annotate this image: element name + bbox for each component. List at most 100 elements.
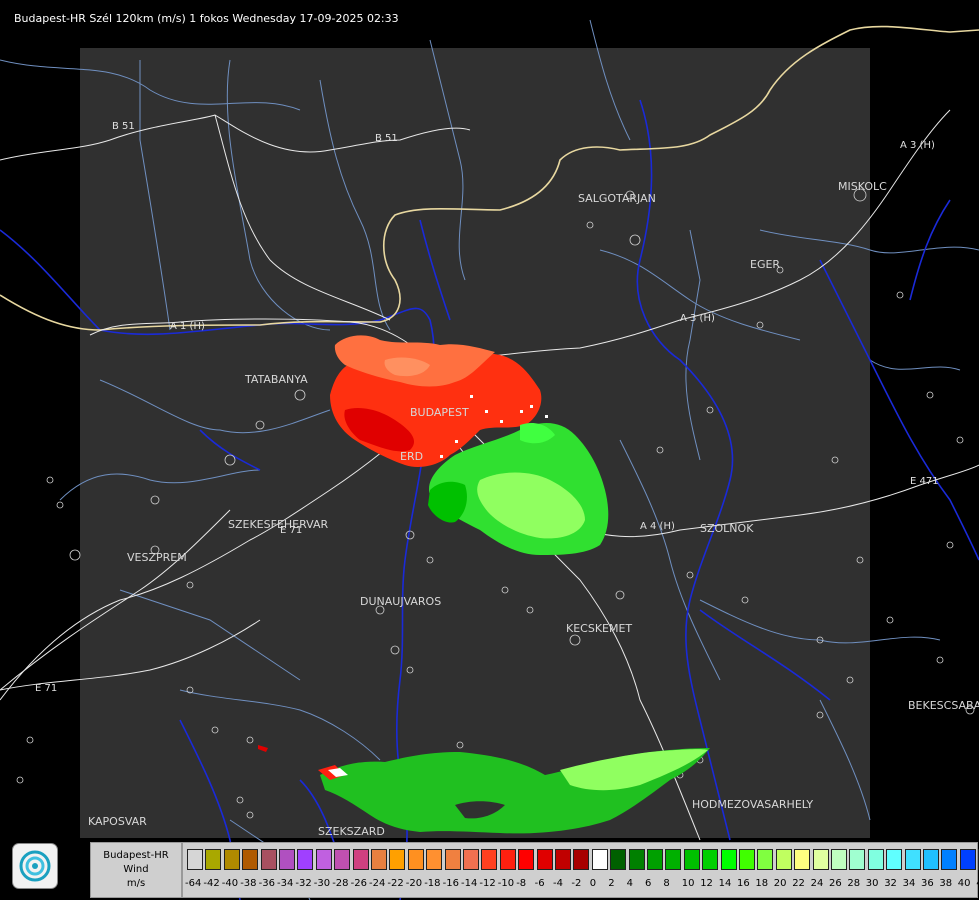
legend-label: 28	[847, 878, 861, 889]
place-label: SZEKSZARD	[318, 825, 385, 838]
legend-swatch	[279, 849, 295, 870]
legend-swatch	[628, 849, 645, 870]
legend-label: 20	[773, 878, 787, 889]
legend-label: -10	[497, 878, 515, 889]
legend-label: -36	[258, 878, 275, 889]
legend-swatch	[757, 849, 774, 870]
legend-swatch	[223, 849, 240, 870]
legend-title-line-2: Wind	[123, 864, 149, 875]
legend-label: -14	[461, 878, 478, 889]
legend-swatch	[463, 849, 479, 870]
place-label: ERD	[400, 450, 424, 463]
place-label: TATABANYA	[245, 373, 308, 386]
legend-swatch	[702, 849, 719, 870]
road-label: A 4 (H)	[640, 521, 675, 532]
place-label: MISKOLC	[838, 180, 887, 193]
legend-label: -8	[516, 878, 527, 889]
map-header-title: Budapest-HR Szél 120km (m/s) 1 fokos Wed…	[14, 12, 399, 25]
legend-swatch	[794, 849, 811, 870]
legend-label: 18	[755, 878, 769, 889]
legend-swatch	[720, 849, 737, 870]
legend-label: 8	[663, 878, 670, 889]
legend-swatch	[683, 849, 700, 870]
legend-swatch	[352, 849, 369, 870]
legend-label: -18	[424, 878, 441, 889]
legend-swatch	[518, 849, 535, 870]
legend-label: -28	[332, 878, 349, 889]
road-label: E 471	[910, 476, 939, 487]
place-label: VESZPREM	[127, 551, 187, 564]
legend-swatch	[205, 849, 222, 870]
legend-swatch	[831, 849, 847, 870]
legend-label: 22	[792, 878, 805, 889]
legend-label: 10	[681, 878, 695, 889]
legend-label: 24	[810, 878, 824, 889]
road-label: A 3 (H)	[900, 140, 935, 151]
legend-swatch	[665, 849, 682, 870]
place-label: SZOLNOK	[700, 522, 754, 535]
legend-label: 2	[608, 878, 615, 889]
road-label: B 51	[112, 121, 135, 132]
legend-swatch	[371, 849, 387, 870]
legend-swatch	[389, 849, 406, 870]
legend-label: -40	[221, 878, 239, 889]
legend-swatch	[941, 849, 958, 870]
place-label: SZEKESFEHERVAR	[228, 518, 329, 531]
legend-swatch	[260, 849, 277, 870]
legend-swatch	[187, 849, 203, 870]
wind-legend: Budapest-HR Wind m/s -64 -42 -40 -38 -36 -34-…	[90, 842, 979, 898]
legend-label: -34	[277, 878, 294, 889]
legend-swatch	[591, 849, 608, 870]
road-label: B 51	[375, 133, 398, 144]
legend-label: 30	[865, 878, 879, 889]
legend-label: 6	[645, 878, 652, 889]
legend-label: 26	[829, 878, 842, 889]
legend-swatch	[647, 849, 663, 870]
swirl-logo-icon	[19, 850, 51, 882]
legend-label: -42	[203, 878, 220, 889]
legend-title: Budapest-HR Wind m/s	[90, 842, 182, 898]
place-label: BEKESCSABA	[908, 699, 979, 712]
place-label: DUNAUJVAROS	[360, 595, 442, 608]
legend-color-scale: -64 -42 -40 -38 -36 -34 -32 -30 -28 -26 -24 -22 -20-…	[182, 842, 979, 898]
legend-label: -22	[387, 878, 404, 889]
legend-label: -32	[295, 878, 312, 889]
legend-swatch	[573, 849, 590, 870]
legend-swatch	[555, 849, 571, 870]
legend-label: 16	[737, 878, 750, 889]
radar-map[interactable]	[0, 0, 979, 900]
legend-label: 32	[884, 878, 897, 889]
legend-label: -2	[571, 878, 582, 889]
place-label: EGER	[750, 258, 781, 271]
legend-label: -30	[313, 878, 331, 889]
legend-swatch	[775, 849, 792, 870]
road-label: A 3 (H)	[680, 313, 715, 324]
legend-swatch	[812, 849, 829, 870]
legend-swatch	[297, 849, 314, 870]
legend-label: 4	[626, 878, 633, 889]
legend-swatch	[499, 849, 516, 870]
legend-label: 14	[718, 878, 732, 889]
legend-label: -38	[240, 878, 257, 889]
legend-swatch	[867, 849, 884, 870]
legend-swatch	[610, 849, 627, 870]
road-label: E 71	[35, 683, 58, 694]
legend-label: -6	[534, 878, 545, 889]
legend-swatch	[536, 849, 553, 870]
legend-label: -4	[553, 878, 563, 889]
place-label: BUDAPEST	[410, 406, 469, 419]
place-label: KAPOSVAR	[88, 815, 147, 828]
road-label: A 1 (H)	[170, 321, 205, 332]
legend-swatch	[426, 849, 443, 870]
legend-swatch	[334, 849, 351, 870]
legend-label: 38	[939, 878, 953, 889]
legend-swatch	[923, 849, 939, 870]
place-label: HODMEZOVASARHELY	[692, 798, 814, 811]
place-label: KECSKEMET	[566, 622, 633, 635]
legend-swatch	[481, 849, 498, 870]
legend-label: -24	[369, 878, 386, 889]
legend-label: 34	[902, 878, 916, 889]
radar-map-viewer: Budapest-HR Szél 120km (m/s) 1 fokos Wed…	[0, 0, 979, 900]
legend-label: 12	[700, 878, 713, 889]
legend-swatch	[959, 849, 976, 870]
